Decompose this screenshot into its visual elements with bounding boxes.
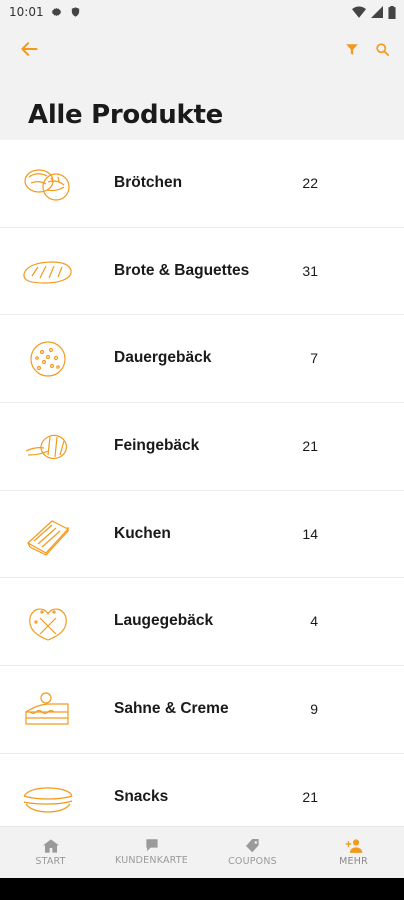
nav-start[interactable]: START — [0, 827, 101, 878]
nav-label: MEHR — [339, 855, 368, 867]
product-count: 14 — [302, 525, 318, 542]
status-left: 10:01 — [9, 5, 81, 19]
product-label: Sahne & Creme — [114, 700, 229, 718]
product-count: 31 — [302, 262, 318, 279]
list-item-laugegebaeck[interactable]: Laugegebäck 4 — [0, 578, 404, 667]
bottom-nav: START KUNDENKARTE COUPONS MEHR — [0, 826, 404, 878]
page-title: Alle Produkte — [28, 100, 223, 130]
shield-icon — [71, 7, 79, 17]
cream-cake-icon — [25, 692, 69, 725]
tag-icon — [245, 838, 259, 852]
sandwich-icon — [23, 787, 73, 813]
product-label: Laugegebäck — [114, 612, 214, 630]
cookie-icon — [30, 341, 66, 377]
system-navigation-bar — [0, 878, 404, 900]
product-count: 21 — [302, 788, 318, 805]
nav-label: COUPONS — [228, 855, 277, 867]
list-item-sahne-creme[interactable]: Sahne & Creme 9 — [0, 666, 404, 754]
status-time: 10:01 — [9, 5, 44, 19]
filter-icon — [346, 43, 358, 55]
product-count: 21 — [302, 438, 318, 455]
product-label: Brote & Baguettes — [114, 261, 250, 279]
add-person-icon — [345, 838, 362, 853]
cake-slice-icon — [26, 520, 69, 556]
nav-kundenkarte[interactable]: KUNDENKARTE — [101, 827, 202, 878]
list-item-kuchen[interactable]: Kuchen 14 — [0, 490, 404, 579]
list-item-feingebaeck[interactable]: Feingebäck 21 — [0, 403, 404, 491]
nav-label: START — [35, 855, 66, 867]
list-item-broetchen[interactable]: Brötchen 22 — [0, 140, 404, 228]
search-button[interactable] — [371, 38, 393, 60]
product-label: Kuchen — [114, 524, 171, 542]
settings-icon — [51, 8, 62, 16]
product-count: 7 — [310, 350, 318, 367]
app-bar: Alle Produkte — [0, 24, 404, 140]
nav-mehr[interactable]: MEHR — [303, 827, 404, 878]
croissant-icon — [25, 434, 68, 460]
nav-label: KUNDENKARTE — [115, 855, 188, 866]
product-count: 4 — [310, 613, 318, 630]
status-bar: 10:01 — [0, 0, 404, 24]
bread-rolls-icon — [24, 169, 70, 201]
product-list: Brötchen 22 Brote & Baguettes 31 Dauerge… — [0, 140, 404, 842]
nav-coupons[interactable]: COUPONS — [202, 827, 303, 878]
pretzel-icon — [29, 608, 67, 642]
wifi-icon — [352, 6, 366, 18]
status-right — [352, 5, 396, 19]
battery-icon — [388, 5, 396, 19]
product-label: Snacks — [114, 787, 169, 805]
card-icon — [145, 839, 158, 852]
product-label: Brötchen — [114, 174, 183, 191]
signal-icon — [371, 6, 383, 18]
back-button[interactable] — [16, 36, 42, 62]
search-icon — [375, 42, 389, 56]
home-icon — [42, 838, 59, 853]
product-count: 9 — [310, 701, 318, 718]
loaf-icon — [23, 261, 72, 284]
list-item-dauergebaeck[interactable]: Dauergebäck 7 — [0, 315, 404, 404]
product-label: Dauergebäck — [114, 349, 212, 367]
arrow-left-icon — [21, 42, 38, 56]
filter-button[interactable] — [341, 38, 363, 60]
product-count: 22 — [302, 175, 318, 191]
list-item-brote-baguettes[interactable]: Brote & Baguettes 31 — [0, 227, 404, 316]
product-label: Feingebäck — [114, 437, 200, 455]
